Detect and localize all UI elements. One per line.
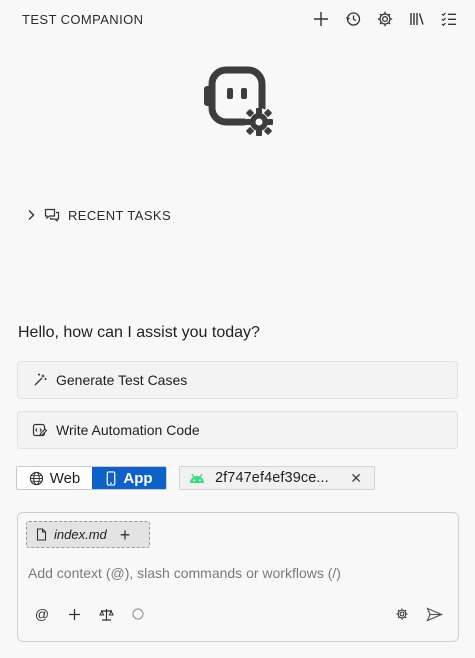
code-edit-icon — [32, 423, 48, 437]
device-id: 2f747ef4ef39ce... — [215, 470, 329, 486]
recent-tasks-toggle[interactable]: RECENT TASKS — [26, 205, 171, 225]
android-icon — [190, 473, 204, 483]
scale-icon — [98, 608, 114, 621]
context-chip[interactable]: index.md + — [26, 521, 150, 548]
gear-icon — [377, 11, 393, 27]
circle-icon — [132, 608, 144, 620]
write-automation-code-button[interactable]: Write Automation Code — [17, 411, 458, 449]
gear-icon — [396, 608, 408, 620]
add-button[interactable] — [64, 603, 84, 625]
generate-test-cases-label: Generate Test Cases — [56, 372, 188, 388]
at-icon: @ — [34, 606, 50, 622]
chat-input[interactable]: Add context (@), slash commands or workf… — [28, 565, 448, 581]
composer-toolbar: @ — [32, 603, 148, 625]
platform-toggle: Web App — [16, 466, 167, 490]
library-icon — [410, 13, 424, 25]
chat-bubbles-icon — [44, 208, 60, 222]
globe-icon — [29, 471, 43, 485]
web-toggle-option[interactable]: Web — [17, 467, 92, 489]
library-button[interactable] — [405, 8, 429, 30]
app-toggle-option[interactable]: App — [92, 467, 166, 489]
composer-settings-button[interactable] — [392, 603, 412, 625]
magic-wand-icon — [34, 373, 47, 386]
plus-icon — [314, 12, 328, 26]
close-icon[interactable]: ✕ — [350, 470, 362, 487]
composer-right-toolbar — [392, 603, 444, 625]
checklist-icon — [441, 12, 456, 27]
robot-gear-logo-icon — [204, 66, 273, 136]
device-selector[interactable]: 2f747ef4ef39ce... ✕ — [179, 466, 375, 490]
panel-title: TEST COMPANION — [22, 12, 144, 27]
write-automation-code-label: Write Automation Code — [56, 422, 200, 438]
chevron-right-icon — [28, 210, 35, 220]
history-icon — [346, 12, 361, 26]
send-button[interactable] — [424, 603, 444, 625]
greeting-text: Hello, how can I assist you today? — [18, 324, 260, 341]
settings-button[interactable] — [373, 8, 397, 30]
context-file-name: index.md — [54, 527, 107, 542]
web-option-label: Web — [49, 469, 81, 487]
phone-icon — [107, 470, 116, 486]
recent-tasks-label: RECENT TASKS — [68, 207, 172, 223]
send-icon — [425, 606, 443, 622]
history-button[interactable] — [341, 8, 365, 30]
rules-button[interactable] — [96, 603, 116, 625]
file-icon — [36, 528, 47, 541]
new-task-button[interactable] — [309, 8, 333, 30]
header-actions — [309, 8, 461, 30]
plus-icon — [68, 608, 80, 620]
generate-test-cases-button[interactable]: Generate Test Cases — [17, 361, 458, 399]
app-option-label: App — [123, 469, 153, 487]
add-context-icon[interactable]: + — [120, 526, 131, 544]
status-indicator[interactable] — [128, 603, 148, 625]
mention-button[interactable]: @ — [32, 603, 52, 625]
chat-composer: index.md + Add context (@), slash comman… — [17, 512, 459, 642]
checklist-button[interactable] — [437, 8, 461, 30]
title-bar: TEST COMPANION — [0, 0, 475, 38]
